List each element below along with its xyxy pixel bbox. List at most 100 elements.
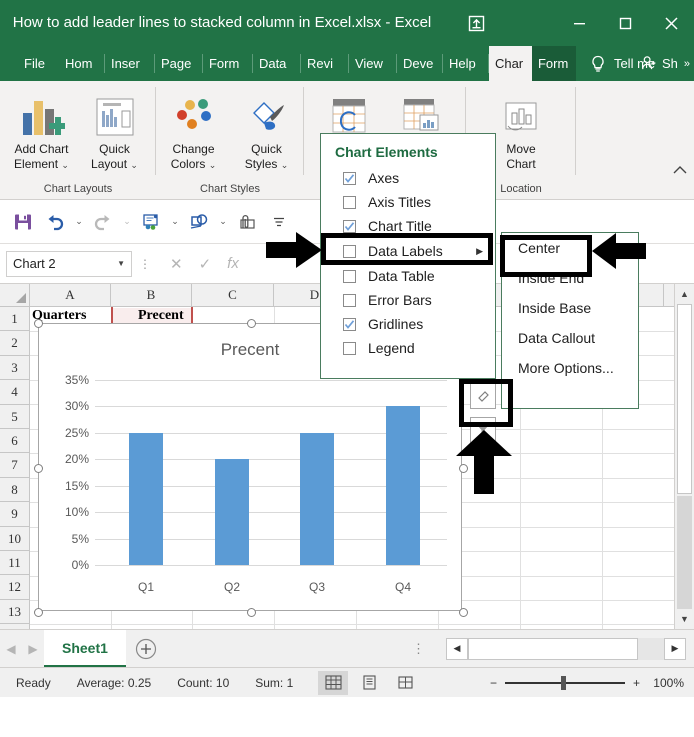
tab-format[interactable]: Form <box>531 46 576 81</box>
chevron-down-icon[interactable]: ▼ <box>117 259 125 268</box>
row-header-11[interactable]: 11 <box>0 551 29 576</box>
zoom-level[interactable]: 100% <box>648 676 684 690</box>
page-break-preview-button[interactable] <box>390 671 420 695</box>
add-chart-element-button[interactable]: Add Chart Element ⌄ <box>5 87 78 173</box>
checkbox-unchecked-icon[interactable] <box>343 293 356 307</box>
tab-view[interactable]: View <box>349 46 397 81</box>
chart-handle-ml[interactable] <box>34 464 43 473</box>
chevron-down-icon[interactable]: ⌄ <box>281 160 289 170</box>
sheet-tab-sheet1[interactable]: Sheet1 <box>44 630 126 667</box>
tab-home[interactable]: Hom <box>59 46 105 81</box>
column-header-a[interactable]: A <box>30 284 111 306</box>
zoom-in-button[interactable]: + <box>633 676 640 690</box>
change-colors-button[interactable]: Change Colors ⌄ <box>157 87 230 173</box>
bar-q2[interactable] <box>215 459 249 565</box>
close-button[interactable] <box>648 0 694 46</box>
scroll-up-button[interactable]: ▲ <box>675 284 694 304</box>
chart-element-gridlines[interactable]: Gridlines <box>321 312 495 336</box>
share-chevron-icon[interactable]: » <box>682 58 690 70</box>
checkbox-checked-icon[interactable] <box>343 317 356 331</box>
row-header-12[interactable]: 12 <box>0 575 29 600</box>
quick-styles-button[interactable]: Quick Styles ⌄ <box>230 87 303 173</box>
chevron-down-icon[interactable]: ⌄ <box>209 160 217 170</box>
row-header-3[interactable]: 3 <box>0 356 29 381</box>
chart-handle-tl[interactable] <box>34 319 43 328</box>
undo-button[interactable] <box>40 207 70 237</box>
chart-element-axis-titles[interactable]: Axis Titles <box>321 190 495 214</box>
cancel-entry-button[interactable]: ✕ <box>170 255 183 273</box>
save-button[interactable] <box>8 207 38 237</box>
scroll-right-button[interactable]: ▶ <box>664 637 686 660</box>
chart-handle-br[interactable] <box>459 608 468 617</box>
data-labels-option-more-options[interactable]: More Options... <box>502 353 638 383</box>
draw-shape-dropdown[interactable]: ⌄ <box>216 216 230 227</box>
share-workbook-dropdown[interactable]: ⌄ <box>168 216 182 227</box>
collapse-ribbon-button[interactable] <box>672 164 688 179</box>
checkbox-unchecked-icon[interactable] <box>343 195 356 209</box>
chart-handle-tc[interactable] <box>247 319 256 328</box>
sheet-tab-split-handle[interactable]: ⋮ <box>412 641 425 657</box>
horizontal-scroll-thumb[interactable] <box>468 637 638 660</box>
scroll-down-button[interactable]: ▼ <box>675 609 694 629</box>
zoom-out-button[interactable]: − <box>490 676 497 690</box>
checkbox-unchecked-icon[interactable] <box>343 341 356 355</box>
cell-b1[interactable]: Precent <box>138 308 184 324</box>
chart-element-legend[interactable]: Legend <box>321 336 495 360</box>
row-header-1[interactable]: 1 <box>0 307 29 332</box>
checkbox-checked-icon[interactable] <box>343 219 356 233</box>
tab-insert[interactable]: Inser <box>105 46 155 81</box>
row-header-10[interactable]: 10 <box>0 527 29 551</box>
vertical-scroll-track[interactable] <box>677 496 692 609</box>
tab-chart-design[interactable]: Char <box>488 46 532 81</box>
zoom-slider-thumb[interactable] <box>560 675 566 690</box>
row-header-6[interactable]: 6 <box>0 429 29 454</box>
column-header-c[interactable]: C <box>192 284 274 306</box>
tab-file[interactable]: File <box>0 46 59 81</box>
row-header-7[interactable]: 7 <box>0 453 29 478</box>
undo-dropdown[interactable]: ⌄ <box>72 216 86 227</box>
page-layout-view-button[interactable] <box>354 671 384 695</box>
restore-up-button[interactable] <box>456 0 496 46</box>
column-header-b[interactable]: B <box>111 284 192 306</box>
status-count[interactable]: Count: 10 <box>151 676 229 690</box>
tab-page-layout[interactable]: Page <box>155 46 203 81</box>
redo-dropdown[interactable]: ⌄ <box>120 216 134 227</box>
data-labels-option-inside-base[interactable]: Inside Base <box>502 293 638 323</box>
row-header-4[interactable]: 4 <box>0 380 29 405</box>
bar-q1[interactable] <box>129 433 163 565</box>
minimize-button[interactable] <box>556 0 602 46</box>
bar-q4[interactable] <box>386 406 420 565</box>
chart-handle-bc[interactable] <box>247 608 256 617</box>
vertical-scrollbar[interactable]: ▲ ▼ <box>674 284 694 629</box>
maximize-button[interactable] <box>602 0 648 46</box>
row-header-2[interactable]: 2 <box>0 331 29 356</box>
tab-review[interactable]: Revi <box>301 46 349 81</box>
status-sum[interactable]: Sum: 1 <box>229 676 293 690</box>
redo-button[interactable] <box>88 207 118 237</box>
row-header-8[interactable]: 8 <box>0 478 29 503</box>
row-header-5[interactable]: 5 <box>0 405 29 429</box>
share-button[interactable]: Sh » <box>641 46 690 81</box>
attach-button[interactable] <box>232 207 262 237</box>
zoom-slider[interactable] <box>504 675 625 690</box>
status-average[interactable]: Average: 0.25 <box>51 676 152 690</box>
normal-view-button[interactable] <box>318 670 348 695</box>
horizontal-scroll-track[interactable] <box>468 637 664 660</box>
checkbox-checked-icon[interactable] <box>343 171 356 185</box>
horizontal-scrollbar[interactable]: ◀ ▶ <box>446 637 686 660</box>
tab-help[interactable]: Help <box>443 46 489 81</box>
select-all-button[interactable] <box>0 284 30 306</box>
next-sheet-button[interactable]: ▶ <box>22 642 44 656</box>
checkbox-unchecked-icon[interactable] <box>343 269 356 283</box>
row-header-13[interactable]: 13 <box>0 600 29 625</box>
chart-element-error-bars[interactable]: Error Bars <box>321 288 495 312</box>
name-box[interactable]: Chart 2 ▼ <box>6 250 132 277</box>
quick-layout-button[interactable]: Quick Layout ⌄ <box>78 87 151 173</box>
row-header-9[interactable]: 9 <box>0 502 29 527</box>
previous-sheet-button[interactable]: ◀ <box>0 642 22 656</box>
share-workbook-button[interactable] <box>136 207 166 237</box>
tab-data[interactable]: Data <box>253 46 301 81</box>
vertical-scroll-thumb[interactable] <box>677 304 692 494</box>
bar-q3[interactable] <box>300 433 334 565</box>
chevron-down-icon[interactable]: ⌄ <box>130 160 138 170</box>
